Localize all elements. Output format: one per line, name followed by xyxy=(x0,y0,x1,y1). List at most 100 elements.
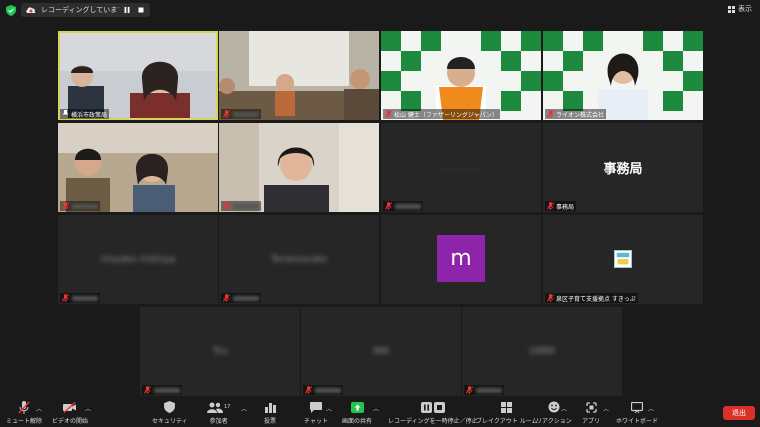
participant-name-tag xyxy=(142,385,182,395)
muted-mic-icon xyxy=(385,202,392,210)
participant-display-name: 事務局 xyxy=(603,162,643,177)
video-feed xyxy=(219,123,379,212)
muted-mic-icon xyxy=(62,202,69,210)
share-screen-button[interactable]: 画面の共有 xyxy=(342,400,372,425)
blurred-name xyxy=(72,203,98,209)
video-tile[interactable]: 松山 健士（ファザーリングジャパン） xyxy=(381,31,541,120)
meeting-toolbar: ミュート解除 ︿ ビデオの開始 ︿ セキュリティ 17 参加者 ︿ 投票 チャッ… xyxy=(0,398,760,427)
blurred-placeholder: miyako nishiya xyxy=(100,254,176,265)
reactions-label: リアクション xyxy=(536,418,572,425)
chevron-up-icon[interactable]: ︿ xyxy=(603,404,609,413)
chevron-up-icon[interactable]: ︿ xyxy=(561,404,567,413)
video-tile[interactable] xyxy=(219,123,379,212)
muted-mic-icon xyxy=(18,400,30,414)
pause-icon xyxy=(420,401,432,413)
participant-name-tag xyxy=(60,293,100,303)
chat-icon xyxy=(309,401,322,413)
apps-icon xyxy=(585,401,597,413)
participant-name: ライオン株式会社 xyxy=(556,111,605,119)
start-video-button[interactable]: ビデオの開始 xyxy=(52,400,88,425)
video-tile[interactable]: Toranosuke xyxy=(219,215,379,304)
muted-mic-icon xyxy=(223,294,230,302)
chevron-up-icon[interactable]: ︿ xyxy=(648,404,654,413)
participant-name-tag xyxy=(383,201,423,211)
stop-recording-icon[interactable] xyxy=(135,4,147,16)
muted-mic-icon xyxy=(223,110,230,118)
leave-meeting-button[interactable]: 退出 xyxy=(723,406,755,420)
video-feed xyxy=(58,123,218,212)
blurred-name xyxy=(233,203,259,209)
muted-mic-icon xyxy=(547,110,554,118)
pause-recording-icon[interactable] xyxy=(121,4,133,16)
shield-icon[interactable] xyxy=(6,5,16,16)
video-tile[interactable]: 泉区子育て支援拠点 すきっぷ xyxy=(543,215,703,304)
pin-icon xyxy=(62,110,69,118)
chevron-up-icon[interactable]: ︿ xyxy=(241,404,247,413)
participant-name-tag: 横浜市政策局 xyxy=(60,109,110,119)
breakout-rooms-icon xyxy=(501,401,513,413)
muted-mic-icon xyxy=(223,202,230,210)
blurred-name xyxy=(72,295,98,301)
video-tile[interactable]: 横浜市政策局 xyxy=(58,31,218,120)
chevron-up-icon[interactable]: ︿ xyxy=(85,404,91,413)
blurred-name xyxy=(233,111,259,117)
video-tile[interactable]: OMM xyxy=(462,307,622,396)
chevron-up-icon[interactable]: ︿ xyxy=(326,404,332,413)
blurred-placeholder: OMM xyxy=(529,346,555,357)
participant-name-tag xyxy=(221,109,261,119)
blurred-name xyxy=(154,387,180,393)
video-tile[interactable] xyxy=(58,123,218,212)
muted-mic-icon xyxy=(385,110,392,118)
muted-mic-icon xyxy=(547,294,554,302)
breakout-rooms-button[interactable]: ブレイクアウト ルーム xyxy=(476,400,538,425)
participant-name-tag: 事務局 xyxy=(545,201,577,211)
video-tile[interactable]: . . . . . . . xyxy=(381,123,541,212)
participant-name-tag: ライオン株式会社 xyxy=(545,109,607,119)
grid-view-icon xyxy=(728,5,735,13)
pause-recording-button[interactable]: レコーディングを一時停止／停止 xyxy=(388,400,478,425)
apps-button[interactable]: アプリ xyxy=(582,400,600,425)
video-feed xyxy=(219,31,379,120)
blurred-name xyxy=(315,387,341,393)
video-feed xyxy=(58,31,218,120)
participants-count: 17 xyxy=(224,404,231,410)
polls-label: 投票 xyxy=(264,418,277,425)
chat-button[interactable]: チャット xyxy=(304,400,328,425)
polls-button[interactable]: 投票 xyxy=(264,400,276,425)
participant-name: 泉区子育て支援拠点 すきっぷ xyxy=(556,295,636,303)
whiteboard-label: ホワイトボード xyxy=(616,418,659,425)
participant-name-tag: 松山 健士（ファザーリングジャパン） xyxy=(383,109,500,119)
cloud-recording-icon xyxy=(26,7,36,13)
video-tile[interactable]: NM xyxy=(301,307,461,396)
avatar: m xyxy=(437,235,485,282)
video-tile[interactable] xyxy=(219,31,379,120)
blurred-name xyxy=(233,295,259,301)
participant-name-tag xyxy=(221,201,261,211)
security-label: セキュリティ xyxy=(152,418,188,425)
pause-recording-label: レコーディングを一時停止／停止 xyxy=(388,418,478,425)
blurred-placeholder: NM xyxy=(372,346,390,357)
blurred-placeholder: Tru xyxy=(212,346,228,357)
participant-name: 松山 健士（ファザーリングジャパン） xyxy=(394,111,498,119)
video-tile[interactable]: ライオン株式会社 xyxy=(543,31,703,120)
participants-label: 参加者 xyxy=(209,418,228,425)
view-button[interactable]: 表示 xyxy=(728,4,752,14)
recording-indicator: レコーディングしています... xyxy=(21,3,150,17)
security-button[interactable]: セキュリティ xyxy=(152,400,188,425)
participant-name-tag xyxy=(464,385,504,395)
video-off-icon xyxy=(63,401,76,413)
participants-button[interactable]: 17 参加者 xyxy=(207,400,230,425)
whiteboard-icon xyxy=(631,401,643,413)
participant-name-tag xyxy=(303,385,343,395)
chevron-up-icon[interactable]: ︿ xyxy=(373,404,379,413)
video-tile[interactable]: miyako nishiya xyxy=(58,215,218,304)
video-feed xyxy=(543,31,703,120)
video-tile[interactable]: Tru xyxy=(140,307,300,396)
muted-mic-icon xyxy=(466,386,473,394)
video-tile[interactable]: m xyxy=(381,215,541,304)
chevron-up-icon[interactable]: ︿ xyxy=(36,404,42,413)
share-screen-label: 画面の共有 xyxy=(342,418,373,425)
share-screen-icon xyxy=(350,401,364,413)
participant-name: 横浜市政策局 xyxy=(71,111,108,119)
video-tile[interactable]: 事務局 事務局 xyxy=(543,123,703,212)
